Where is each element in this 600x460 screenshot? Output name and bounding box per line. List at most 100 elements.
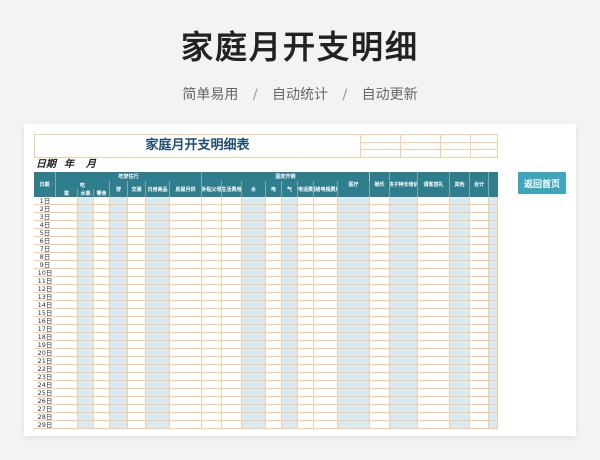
table-cell[interactable] [78,397,94,404]
table-cell[interactable] [222,269,242,276]
table-cell[interactable] [418,253,450,260]
table-cell[interactable] [202,357,222,364]
table-cell[interactable] [370,237,390,244]
table-cell[interactable] [338,293,370,300]
table-cell[interactable] [338,309,370,316]
table-cell[interactable] [242,325,266,332]
table-cell[interactable] [450,237,470,244]
table-cell[interactable] [370,357,390,364]
table-cell[interactable] [146,365,170,372]
table-cell[interactable] [450,261,470,268]
table-cell[interactable] [94,333,110,340]
table-cell[interactable] [282,405,298,412]
table-cell[interactable] [282,221,298,228]
table-cell[interactable] [222,381,242,388]
table-cell[interactable] [128,421,146,428]
table-cell[interactable] [56,197,78,204]
table-cell[interactable] [470,317,489,324]
table-cell[interactable] [170,349,202,356]
table-cell[interactable] [110,277,128,284]
table-cell[interactable] [298,309,314,316]
table-cell[interactable] [56,349,78,356]
table-cell[interactable] [94,229,110,236]
table-cell[interactable] [170,221,202,228]
table-cell[interactable] [282,333,298,340]
table-cell[interactable] [450,381,470,388]
table-cell[interactable] [110,357,128,364]
table-cell[interactable] [202,325,222,332]
table-cell[interactable] [222,317,242,324]
table-cell[interactable] [314,373,338,380]
table-cell[interactable] [170,389,202,396]
table-cell[interactable] [282,197,298,204]
table-cell[interactable] [202,261,222,268]
table-cell[interactable] [390,373,418,380]
table-cell[interactable] [202,309,222,316]
table-cell[interactable] [202,205,222,212]
table-cell[interactable] [298,349,314,356]
table-cell[interactable] [202,293,222,300]
table-cell[interactable] [266,381,282,388]
table-cell[interactable] [418,269,450,276]
table-cell[interactable] [202,229,222,236]
table-cell[interactable] [314,365,338,372]
table-cell[interactable] [146,285,170,292]
table-cell[interactable] [418,413,450,420]
table-cell[interactable] [170,413,202,420]
table-cell[interactable] [298,325,314,332]
table-cell[interactable] [298,317,314,324]
table-cell[interactable] [146,381,170,388]
table-cell[interactable] [370,373,390,380]
table-cell[interactable] [450,309,470,316]
table-cell[interactable] [170,277,202,284]
table-cell[interactable] [282,389,298,396]
table-cell[interactable] [110,333,128,340]
table-cell[interactable] [242,405,266,412]
table-cell[interactable] [146,221,170,228]
table-cell[interactable] [128,413,146,420]
table-cell[interactable] [390,213,418,220]
table-cell[interactable] [94,237,110,244]
table-cell[interactable] [282,245,298,252]
table-cell[interactable] [266,357,282,364]
table-cell[interactable] [314,421,338,428]
table-cell[interactable] [418,389,450,396]
table-cell[interactable] [266,261,282,268]
table-cell[interactable] [202,381,222,388]
table-cell[interactable] [390,405,418,412]
table-cell[interactable] [489,309,498,316]
table-cell[interactable] [370,261,390,268]
table-cell[interactable] [370,317,390,324]
table-cell[interactable] [56,269,78,276]
table-cell[interactable] [338,341,370,348]
table-cell[interactable] [222,413,242,420]
table-cell[interactable] [470,309,489,316]
table-cell[interactable] [489,373,498,380]
table-cell[interactable] [418,333,450,340]
table-cell[interactable] [282,341,298,348]
table-cell[interactable] [146,389,170,396]
table-cell[interactable] [370,349,390,356]
table-cell[interactable] [146,237,170,244]
table-cell[interactable] [282,277,298,284]
table-cell[interactable] [128,357,146,364]
table-cell[interactable] [170,213,202,220]
table-cell[interactable] [450,245,470,252]
table-cell[interactable] [298,237,314,244]
table-cell[interactable] [489,365,498,372]
table-cell[interactable] [56,365,78,372]
table-cell[interactable] [56,221,78,228]
table-cell[interactable] [298,205,314,212]
table-cell[interactable] [470,261,489,268]
table-cell[interactable] [94,325,110,332]
table-cell[interactable] [146,269,170,276]
table-cell[interactable] [298,373,314,380]
table-cell[interactable] [338,277,370,284]
table-cell[interactable] [242,397,266,404]
table-cell[interactable] [242,333,266,340]
table-cell[interactable] [94,213,110,220]
table-cell[interactable] [242,421,266,428]
table-cell[interactable] [338,269,370,276]
table-cell[interactable] [202,365,222,372]
table-cell[interactable] [390,269,418,276]
